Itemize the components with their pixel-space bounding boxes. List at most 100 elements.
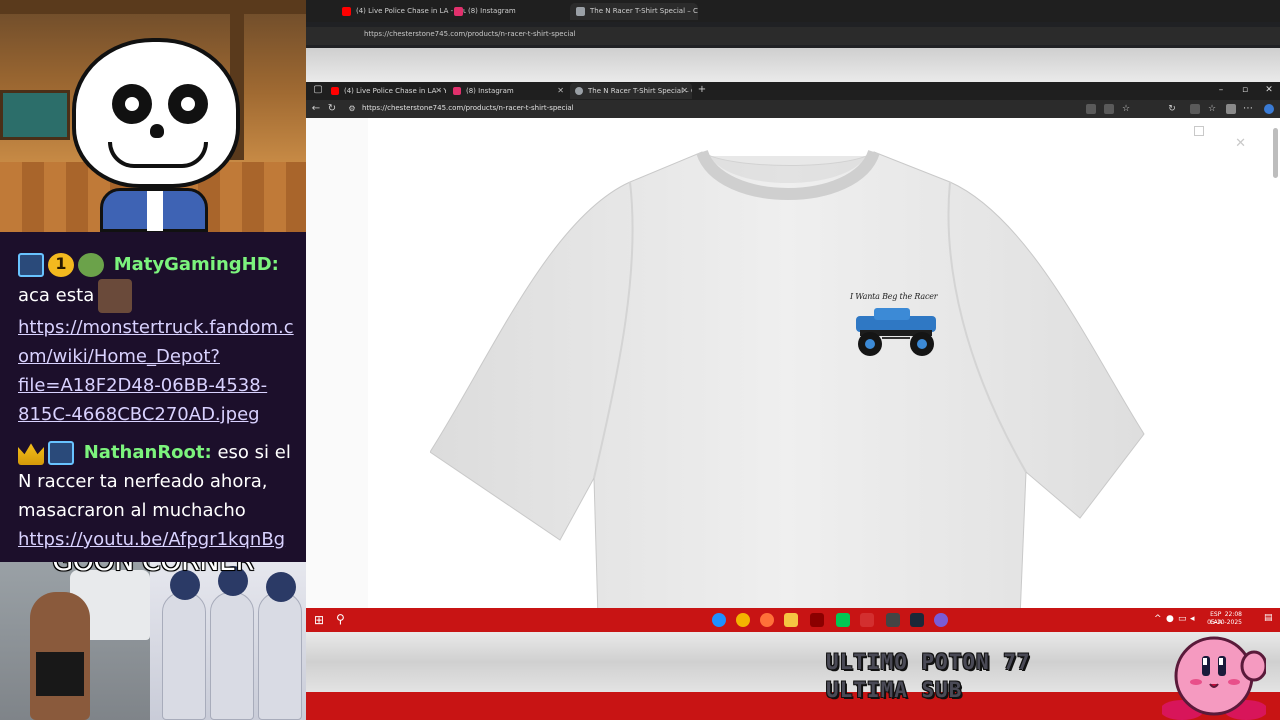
chat-username[interactable]: NathanRoot: xyxy=(84,442,212,463)
screen: 1 MatyGamingHD: aca esta https://monster… xyxy=(0,0,1280,720)
reload-icon[interactable]: ↻ xyxy=(326,103,338,115)
dev-badge-icon xyxy=(48,441,74,465)
ultimo-line-1: ULTIMO POTON 77 xyxy=(826,650,1031,674)
page-margin xyxy=(306,118,368,608)
chat-link[interactable]: https://youtu.be/Afpgr1kqnBg xyxy=(18,529,285,550)
pepe-badge-icon xyxy=(78,253,104,277)
chat-text: aca esta xyxy=(18,285,95,306)
site-info-icon[interactable]: ⚙ xyxy=(346,103,358,115)
avatar-hoodie xyxy=(100,188,208,232)
chat-message: 1 MatyGamingHD: aca esta https://monster… xyxy=(18,250,296,429)
refresh-icon[interactable]: ↻ xyxy=(1166,103,1178,115)
product-image-tshirt xyxy=(429,148,1146,608)
close-lightbox-icon[interactable]: ✕ xyxy=(1235,136,1246,151)
ceiling-beam xyxy=(0,0,306,14)
blurred-background-page xyxy=(306,48,1280,82)
instagram-icon xyxy=(454,7,463,16)
clock[interactable]: 22:08 05-10-2025 xyxy=(1207,611,1242,627)
goon-corner-panel: GOON CORNER xyxy=(0,562,306,720)
firefox-icon[interactable] xyxy=(760,613,774,627)
dev-badge-icon xyxy=(18,253,44,277)
profile-icon[interactable] xyxy=(1226,104,1236,114)
kirby-sprite xyxy=(1162,636,1266,720)
windows-taskbar: ⊞ ⚲ ^ ● ▭ ◂ ESP LAA 22:08 05-10-2025 ▤ xyxy=(306,608,1280,632)
shorts-image xyxy=(36,652,84,696)
tshirt-drawing xyxy=(429,149,1145,608)
outer-tab[interactable]: The N Racer T-Shirt Special – Ch xyxy=(570,3,698,20)
steam-icon[interactable] xyxy=(910,613,924,627)
font-icon[interactable] xyxy=(1104,104,1114,114)
tab-youtube[interactable]: (4) Live Police Chase in LA - YouT✕ xyxy=(326,83,446,99)
extensions-icon[interactable] xyxy=(1190,104,1200,114)
obs-icon[interactable] xyxy=(934,613,948,627)
minimize-icon[interactable]: – xyxy=(1214,85,1228,95)
outer-tabbar: (4) Live Police Chase in LA - YouT (8) I… xyxy=(306,0,1280,22)
close-window-icon[interactable]: ✕ xyxy=(1262,85,1276,95)
chrome-icon[interactable] xyxy=(736,613,750,627)
emote-icon xyxy=(98,279,133,313)
back-icon[interactable]: ← xyxy=(310,103,322,115)
anime-image xyxy=(150,562,306,720)
product-page: ✕ I Wanta Beg the Racer xyxy=(306,118,1280,608)
avatar-nose xyxy=(150,124,164,138)
volume-icon[interactable]: ◂ xyxy=(1190,614,1195,624)
avatar-left-eye xyxy=(112,84,152,124)
blurred-taskbar xyxy=(306,692,1280,720)
tray-chevron-icon[interactable]: ^ xyxy=(1154,614,1162,624)
outer-address-bar: https://chesterstone745.com/products/n-r… xyxy=(306,27,1280,45)
copilot-icon[interactable] xyxy=(1264,104,1274,114)
page-scrollbar[interactable] xyxy=(1273,128,1278,178)
close-tab-icon[interactable]: ✕ xyxy=(681,83,688,99)
tab-label: The N Racer T-Shirt Special – Ch xyxy=(588,87,692,95)
read-aloud-icon[interactable] xyxy=(1086,104,1096,114)
app-icon[interactable] xyxy=(810,613,824,627)
microphone-icon[interactable]: ● xyxy=(1166,614,1174,624)
sub-badge-icon: 1 xyxy=(48,253,74,277)
file-explorer-icon[interactable] xyxy=(784,613,798,627)
webcam-panel xyxy=(0,0,306,232)
outer-tab[interactable]: (8) Instagram xyxy=(448,3,568,20)
tab-label: The N Racer T-Shirt Special – Ch xyxy=(590,7,698,15)
anime-figure xyxy=(258,592,302,720)
valorant-icon[interactable] xyxy=(860,613,874,627)
clock-time: 22:08 xyxy=(1224,611,1242,618)
anime-figure xyxy=(210,592,254,720)
avatar-right-eye xyxy=(168,84,208,124)
outer-tab[interactable]: (4) Live Police Chase in LA - YouT xyxy=(336,3,466,20)
chat-link[interactable]: https://monstertruck.fandom.com/wiki/Hom… xyxy=(18,317,294,425)
favorite-star-icon[interactable]: ☆ xyxy=(1120,103,1132,115)
spotify-icon[interactable] xyxy=(836,613,850,627)
tab-label: (8) Instagram xyxy=(468,7,516,15)
more-menu-icon[interactable]: ⋯ xyxy=(1242,103,1254,115)
avatar-smile xyxy=(108,142,208,168)
goon-corner-title: GOON CORNER xyxy=(0,562,306,577)
settings-icon[interactable] xyxy=(886,613,900,627)
monster-truck-graphic xyxy=(856,308,936,356)
tab-product[interactable]: The N Racer T-Shirt Special – Ch ✕ xyxy=(570,83,692,99)
windows-start-icon[interactable]: ⊞ xyxy=(314,614,324,626)
notification-icon[interactable]: ▤ xyxy=(1264,613,1273,623)
close-tab-icon[interactable]: ✕ xyxy=(435,83,442,99)
edge-icon[interactable] xyxy=(712,613,726,627)
sans-avatar xyxy=(72,38,240,188)
clock-date: 05-10-2025 xyxy=(1207,619,1242,626)
url-field[interactable]: https://chesterstone745.com/products/n-r… xyxy=(362,104,574,112)
globe-icon xyxy=(576,7,585,16)
shirt-graphic-caption: I Wanta Beg the Racer xyxy=(850,292,938,301)
chat-username[interactable]: MatyGamingHD: xyxy=(114,254,279,275)
outer-url: https://chesterstone745.com/products/n-r… xyxy=(364,30,576,38)
chat-panel: 1 MatyGamingHD: aca esta https://monster… xyxy=(0,232,306,562)
blurred-lower-strip xyxy=(306,632,1280,692)
network-icon[interactable]: ▭ xyxy=(1178,614,1187,624)
address-bar: ← ↻ ⚙ https://chesterstone745.com/produc… xyxy=(306,100,1280,118)
tab-label: (8) Instagram xyxy=(466,87,514,95)
zoom-icon[interactable] xyxy=(1194,126,1204,136)
instagram-icon xyxy=(453,87,461,95)
new-tab-icon[interactable]: + xyxy=(696,84,708,96)
tab-actions-icon[interactable]: ▢ xyxy=(312,84,324,96)
favorites-icon[interactable]: ☆ xyxy=(1206,103,1218,115)
maximize-icon[interactable]: ▫ xyxy=(1238,85,1252,95)
search-icon[interactable]: ⚲ xyxy=(336,612,345,626)
close-tab-icon[interactable]: ✕ xyxy=(557,83,564,99)
tab-instagram[interactable]: (8) Instagram ✕ xyxy=(448,83,568,99)
